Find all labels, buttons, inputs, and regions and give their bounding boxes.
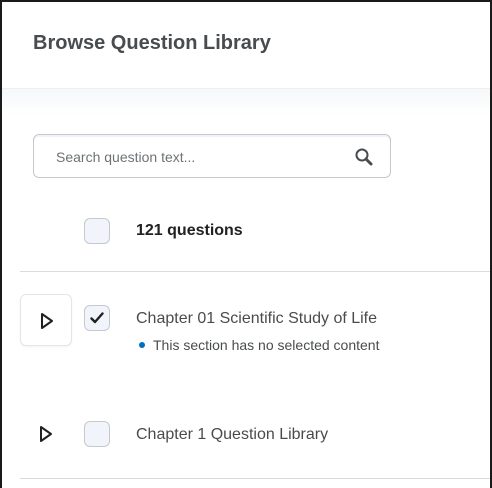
chapter-01-title[interactable]: Chapter 01 Scientific Study of Life bbox=[136, 310, 377, 328]
browse-question-library-panel: Browse Question Library 121 questions Ch… bbox=[0, 0, 492, 488]
page-title: Browse Question Library bbox=[33, 32, 271, 54]
search-icon[interactable] bbox=[354, 147, 374, 167]
select-all-checkbox[interactable] bbox=[84, 218, 110, 244]
chapter-01-status: This section has no selected content bbox=[153, 337, 380, 353]
header-shadow-band bbox=[2, 89, 490, 115]
expand-chapter-01-button[interactable] bbox=[20, 294, 72, 346]
chapter-1-title[interactable]: Chapter 1 Question Library bbox=[136, 426, 328, 444]
question-count-label: 121 questions bbox=[136, 222, 243, 239]
expand-chapter-1-button[interactable] bbox=[20, 408, 72, 460]
search-box bbox=[33, 134, 391, 178]
chapter-01-checkbox[interactable] bbox=[84, 305, 110, 331]
status-dot bbox=[139, 342, 145, 348]
search-input[interactable] bbox=[56, 147, 346, 167]
panel-header: Browse Question Library bbox=[2, 2, 490, 89]
triangle-right-icon bbox=[40, 426, 52, 442]
triangle-right-icon bbox=[41, 313, 53, 329]
divider bbox=[20, 271, 490, 272]
chapter-1-checkbox[interactable] bbox=[84, 421, 110, 447]
divider bbox=[20, 478, 490, 479]
checkmark-icon bbox=[90, 312, 104, 324]
